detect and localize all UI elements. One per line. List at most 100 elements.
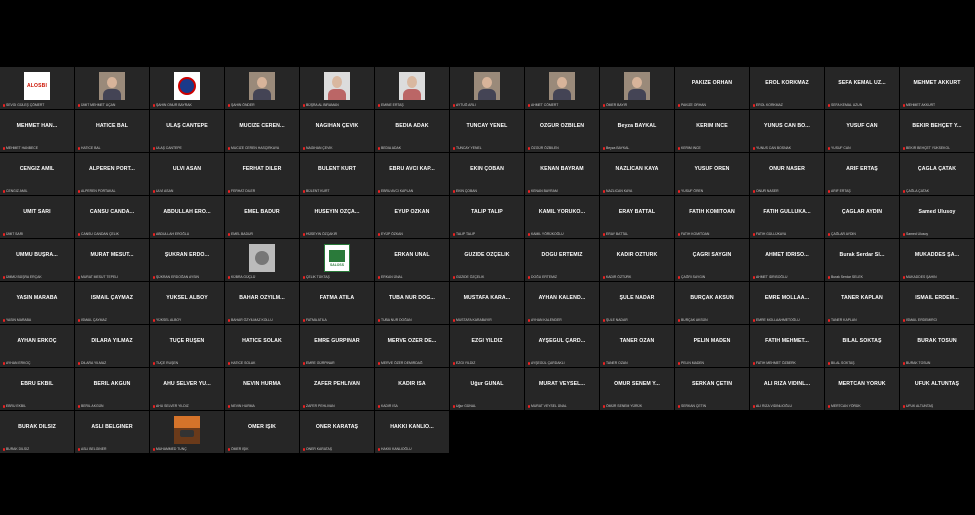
participant-tile[interactable]: ÇAĞLA ÇATAK ÇAĞLA ÇATAK [900, 153, 974, 195]
participant-tile[interactable]: AHU SELVER YÜ... AHU SELVER YILDIZ [150, 368, 224, 410]
participant-tile[interactable]: EKİN ÇOBAN EKİN ÇOBAN [450, 153, 524, 195]
participant-tile[interactable]: CANSU CANDA... CANSU CANDAN ÇELİK [75, 196, 149, 238]
participant-tile[interactable]: FATİH MEHMET... FATİH MEHMET ÖZBERK [750, 325, 824, 367]
participant-tile[interactable]: BAHAR ÖZYILM... BAHAR ÖZYILMAZ KOLLU [225, 282, 299, 324]
participant-tile[interactable]: AHMET CÖMERT [525, 67, 599, 109]
participant-tile[interactable]: PAKİZE ORHAN PAKİZE ORHAN [675, 67, 749, 109]
participant-tile[interactable]: FATİH KOMİTOAN FATİH KOMİTOAN [675, 196, 749, 238]
participant-tile[interactable]: MUKADDES ŞA... MUKADDES ŞAHİN [900, 239, 974, 281]
participant-tile[interactable]: AYHAN ERKOÇ AYHAN ERKOÇ [0, 325, 74, 367]
participant-tile[interactable]: ULVİ ASAN ULVİ ASAN [150, 153, 224, 195]
participant-tile[interactable]: ÖZGÜR ÖZBİLEN ÖZGÜR ÖZBİLEN [525, 110, 599, 152]
participant-tile[interactable]: EZGİ YILDIZ EZGİ YILDIZ [450, 325, 524, 367]
participant-tile[interactable]: YUSUF ÖREN YUSUF ÖREN [675, 153, 749, 195]
participant-tile[interactable]: TANER KAPLAN TANER KAPLAN [825, 282, 899, 324]
participant-tile[interactable]: BEKİR BEHÇET Y... BEKİR BEHÇET YÜKSEKOL [900, 110, 974, 152]
participant-tile[interactable]: MEHMET AKKURT MEHMET AKKURT [900, 67, 974, 109]
participant-tile[interactable]: KAMİL YÖRÜKO... KAMİL YÖRÜKOĞLU [525, 196, 599, 238]
participant-tile[interactable]: ERAY BATTAL ERAY BATTAL [600, 196, 674, 238]
participant-tile[interactable]: UFUK ALTUNTAŞ UFUK ALTUNTAŞ [900, 368, 974, 410]
participant-tile[interactable]: BURAK DİLSİZ BURAK DİLSİZ [0, 411, 74, 453]
participant-tile[interactable]: MURAT VEYSEL... MURAT VEYSEL ÜNAL [525, 368, 599, 410]
participant-tile[interactable]: KÜBRA GÜÇLÜ [225, 239, 299, 281]
participant-tile[interactable]: GÜZİDE ÖZÇELİK GÜZİDE ÖZÇELİK [450, 239, 524, 281]
participant-tile[interactable]: TANER OZAN TANER OZAN [600, 325, 674, 367]
participant-tile[interactable]: AHMET İDRİSO... AHMET İDRİSOĞLU [750, 239, 824, 281]
participant-tile[interactable]: ASLI BELGİNER ASLI BELGİNER [75, 411, 149, 453]
participant-tile[interactable]: HÜSEYİN ÖZÇA... HÜSEYİN ÖZÇAKIR [300, 196, 374, 238]
participant-tile[interactable]: ŞULE NADAR ŞULE NADAR [600, 282, 674, 324]
participant-tile[interactable]: KADİR ÖZTÜRK KADİR ÖZTÜRK [600, 239, 674, 281]
participant-tile[interactable]: Samed Ulusoy Samed Ulusoy [900, 196, 974, 238]
participant-tile[interactable]: YUSUF CAN YUSUF CAN [825, 110, 899, 152]
participant-tile[interactable]: MURAT MESUT... MURAT MESUT TEPELİ [75, 239, 149, 281]
participant-tile[interactable]: HAKKI KANLIO... HAKKI KANLIOĞLU [375, 411, 449, 453]
participant-tile[interactable]: ALİ RIZA VİDİNL... ALİ RIZA VİDİNLİOĞLU [750, 368, 824, 410]
participant-tile[interactable]: Uğur GÜNAL Uğur GÜNAL [450, 368, 524, 410]
participant-tile[interactable]: TUNCAY YENEL TUNCAY YENEL [450, 110, 524, 152]
participant-tile[interactable]: BURAK TOSUN BURAK TOSUN [900, 325, 974, 367]
participant-tile[interactable]: EROL KORKMAZ EROL KORKMAZ [750, 67, 824, 109]
participant-tile[interactable]: YASİN MARABA YASİN MARABA [0, 282, 74, 324]
participant-tile[interactable]: ÇAĞRI SAYGIN ÇAĞRI SAYGIN [675, 239, 749, 281]
participant-tile[interactable]: ULAŞ CANTEPE ULAŞ CANTEPE [150, 110, 224, 152]
participant-tile[interactable]: EBRU AVCI KAP... EBRU AVCI KAPLAN [375, 153, 449, 195]
participant-tile[interactable]: FERHAT DİLER FERHAT DİLER [225, 153, 299, 195]
participant-tile[interactable]: ÜMMÜ BÜŞRA... ÜMMÜ BÜŞRA ERÇAK [0, 239, 74, 281]
participant-tile[interactable]: Burak Serdar Sİ... Burak Serdar SELEK [825, 239, 899, 281]
participant-tile[interactable]: NEVİN HURMA NEVİN HURMA [225, 368, 299, 410]
participant-tile[interactable]: ÖMÜR SENEM Y... ÖMÜR SENEM YÜRÜK [600, 368, 674, 410]
participant-tile[interactable]: ZAFER PEHLİVAN ZAFER PEHLİVAN [300, 368, 374, 410]
participant-tile[interactable]: ÖMER BAYIR [600, 67, 674, 109]
participant-tile[interactable]: TUÇE RUŞEN TUÇE RUŞEN [150, 325, 224, 367]
participant-tile[interactable]: MEHMET HAN... MEHMET HANBECE [0, 110, 74, 152]
participant-tile[interactable]: BÜŞRA AL BIRAMAN [300, 67, 374, 109]
participant-tile[interactable]: EMİNE ERTAŞ [375, 67, 449, 109]
participant-tile[interactable]: ONER KARATAŞ ONER KARATAŞ [300, 411, 374, 453]
participant-tile[interactable]: FATMA ATİLA FATMA ATİLA [300, 282, 374, 324]
participant-tile[interactable]: EMEL BADUR EMEL BADUR [225, 196, 299, 238]
participant-tile[interactable]: EMRE MOLLAA... EMRE MOLLAAHMETOĞLU [750, 282, 824, 324]
participant-tile[interactable]: İSMAİL ERDEM... İSMAİL ERDEMİRCİ [900, 282, 974, 324]
participant-tile[interactable]: AYŞEGÜL ÇARD... AYŞEGÜL ÇARDAKLI [525, 325, 599, 367]
participant-tile[interactable]: ABDULLAH ERO... ABDULLAH EROĞLU [150, 196, 224, 238]
participant-tile[interactable]: ŞAHİN ONUR BAYRAK [150, 67, 224, 109]
participant-tile[interactable]: KENAN BAYRAM KENAN BAYRAM [525, 153, 599, 195]
participant-tile[interactable]: BERİL AKGÜN BERİL AKGÜN [75, 368, 149, 410]
participant-tile[interactable]: HATİCE SOLAK HATİCE SOLAK [225, 325, 299, 367]
participant-tile[interactable]: ÜMİT SARI ÜMİT SARI [0, 196, 74, 238]
participant-tile[interactable]: FATİH GÜLLÜKA... FATİH GÜLLÜKAYA [750, 196, 824, 238]
participant-tile[interactable]: CENGİZ AMİL CENGİZ AMİL [0, 153, 74, 195]
participant-tile[interactable]: YÜKSEL ALBOY YÜKSEL ALBOY [150, 282, 224, 324]
participant-tile[interactable]: NAZLICAN KAYA NAZLICAN KAYA [600, 153, 674, 195]
participant-tile[interactable]: BEDİA ADAK BEDİA ADAK [375, 110, 449, 152]
participant-tile[interactable]: KERİM İNCE KERİM İNCE [675, 110, 749, 152]
participant-tile[interactable]: ŞAHİN ÖNDER [225, 67, 299, 109]
participant-tile[interactable]: ÇAĞLAR AYDIN ÇAĞLAR AYDIN [825, 196, 899, 238]
participant-tile[interactable]: NAGİHAN ÇEVİK NAGİHAN ÇEVİK [300, 110, 374, 152]
participant-tile[interactable]: EMRE GÜRPINAR EMRE GÜRPINAR [300, 325, 374, 367]
participant-tile[interactable]: EBRU EKBİL EBRU EKBİL [0, 368, 74, 410]
participant-tile[interactable]: MUHAMMED TUNÇ [150, 411, 224, 453]
participant-tile[interactable]: ALPEREN PORT... ALPEREN PORTAKAL [75, 153, 149, 195]
participant-tile[interactable]: ÜMİT MEHMET UÇAN [75, 67, 149, 109]
participant-tile[interactable]: MUSTAFA KARA... MUSTAFA KARABAYIR [450, 282, 524, 324]
participant-tile[interactable]: BÜLENT KURT BÜLENT KURT [300, 153, 374, 195]
participant-tile[interactable]: ALOSBI SEVGİ GÜLEŞ ÇÖMERT [0, 67, 74, 109]
participant-tile[interactable]: AYHAN KALEND... AYHAN KALENDER [525, 282, 599, 324]
participant-tile[interactable]: KADİR İSA KADİR İSA [375, 368, 449, 410]
participant-tile[interactable]: YUNUS CAN BO... YUNUS CAN BOSNAK [750, 110, 824, 152]
participant-tile[interactable]: BİLAL SOKTAŞ BİLAL SOKTAŞ [825, 325, 899, 367]
participant-tile[interactable]: İSMAİL ÇAYMAZ İSMAİL ÇAYMAZ [75, 282, 149, 324]
participant-tile[interactable]: SEFA KEMAL UZ... SEFA KEMAL UZUN [825, 67, 899, 109]
participant-tile[interactable]: Beyza BAYKAL Beyza BAYKAL [600, 110, 674, 152]
participant-tile[interactable]: AYTUĞ ARLI [450, 67, 524, 109]
participant-tile[interactable]: MERVE ÖZER DE... MERVE ÖZER DEMİRDAĞ [375, 325, 449, 367]
participant-tile[interactable]: DİLARA YILMAZ DİLARA YILMAZ [75, 325, 149, 367]
participant-tile[interactable]: BURÇAK AKSÜN BURÇAK AKSÜN [675, 282, 749, 324]
participant-tile[interactable]: ERKAN ÜNAL ERKAN ÜNAL [375, 239, 449, 281]
participant-tile[interactable]: ONUR NASER ONUR NASER [750, 153, 824, 195]
participant-tile[interactable]: TALİP TALİP TALİP TALİP [450, 196, 524, 238]
participant-tile[interactable]: ARİF ERTAŞ ARİF ERTAŞ [825, 153, 899, 195]
participant-tile[interactable]: ÖMER IŞIK ÖMER IŞIK [225, 411, 299, 453]
